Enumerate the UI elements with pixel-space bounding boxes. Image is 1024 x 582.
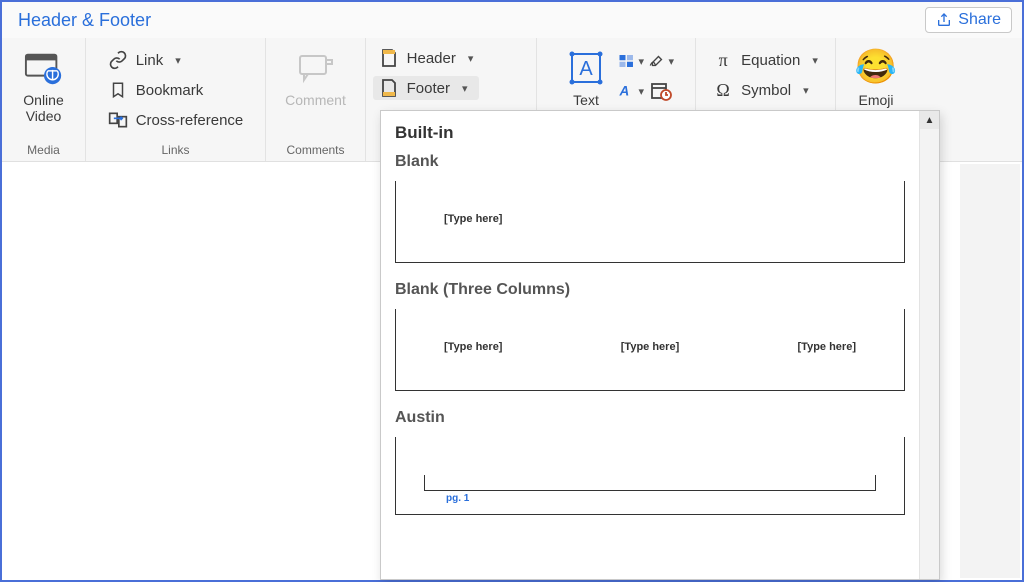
chevron-down-icon: ▾: [638, 55, 644, 68]
group-links-label: Links: [161, 141, 189, 159]
chevron-down-icon: ▾: [462, 82, 468, 95]
comment-icon: [296, 48, 336, 88]
svg-text:A: A: [618, 83, 629, 98]
footer-option-austin[interactable]: Austin pg. 1: [395, 409, 905, 515]
chevron-down-icon: ▾: [668, 55, 674, 68]
link-button[interactable]: Link ▾: [102, 48, 250, 72]
group-comments-label: Comments: [286, 141, 344, 159]
cross-reference-icon: [108, 110, 128, 130]
chevron-down-icon: ▾: [803, 84, 809, 97]
footer-option-blank-three-columns[interactable]: Blank (Three Columns) [Type here] [Type …: [395, 281, 905, 391]
footer-dropdown-button[interactable]: Footer ▾: [373, 76, 480, 100]
date-time-button[interactable]: [648, 80, 674, 102]
header-footer-title: Header & Footer: [18, 10, 151, 31]
group-comments: Comment Comments: [266, 38, 366, 161]
online-video-button[interactable]: Online Video: [9, 44, 79, 124]
footer-icon: [379, 78, 399, 98]
footer-option-blank[interactable]: Blank [Type here]: [395, 153, 905, 263]
titlebar: Header & Footer Share: [2, 2, 1022, 38]
group-media: Online Video Media: [2, 38, 86, 161]
preview-austin: pg. 1: [395, 437, 905, 515]
text-box-icon: A: [566, 48, 606, 88]
emoji-button[interactable]: 😂 Emoji: [846, 44, 906, 108]
header-icon: [379, 48, 399, 68]
chevron-down-icon: ▾: [812, 54, 818, 67]
quick-parts-button[interactable]: ▾: [618, 50, 644, 72]
comment-button: Comment: [281, 44, 351, 108]
bookmark-icon: [108, 80, 128, 100]
text-box-button[interactable]: A Text: [558, 44, 614, 108]
gallery-scrollbar[interactable]: ▲: [919, 111, 939, 579]
cross-reference-button[interactable]: Cross-reference: [102, 108, 250, 132]
chevron-down-icon: ▾: [175, 54, 181, 67]
group-links: Link ▾ Bookmark Cross-reference Links: [86, 38, 266, 161]
group-media-label: Media: [27, 141, 60, 159]
equation-button[interactable]: π Equation ▾: [707, 48, 824, 72]
footer-gallery-dropdown: Built-in Blank [Type here] Blank (Three …: [380, 110, 940, 580]
wordart-button[interactable]: A▾: [618, 80, 644, 102]
symbol-icon: Ω: [713, 80, 733, 100]
link-icon: [108, 50, 128, 70]
chevron-down-icon: ▾: [638, 85, 644, 98]
online-video-icon: [24, 48, 64, 88]
share-button[interactable]: Share: [925, 7, 1012, 33]
symbol-button[interactable]: Ω Symbol ▾: [707, 78, 824, 102]
signature-button[interactable]: ▾: [648, 50, 674, 72]
header-dropdown-button[interactable]: Header ▾: [373, 46, 480, 70]
emoji-icon: 😂: [856, 48, 896, 88]
gallery-section-builtin: Built-in: [395, 123, 905, 143]
preview-three-columns: [Type here] [Type here] [Type here]: [395, 309, 905, 391]
chevron-down-icon: ▾: [468, 52, 474, 65]
bookmark-button[interactable]: Bookmark: [102, 78, 250, 102]
share-icon: [936, 12, 952, 28]
preview-blank: [Type here]: [395, 181, 905, 263]
svg-text:A: A: [579, 58, 593, 80]
equation-icon: π: [713, 50, 733, 70]
scroll-up-button[interactable]: ▲: [920, 111, 939, 129]
